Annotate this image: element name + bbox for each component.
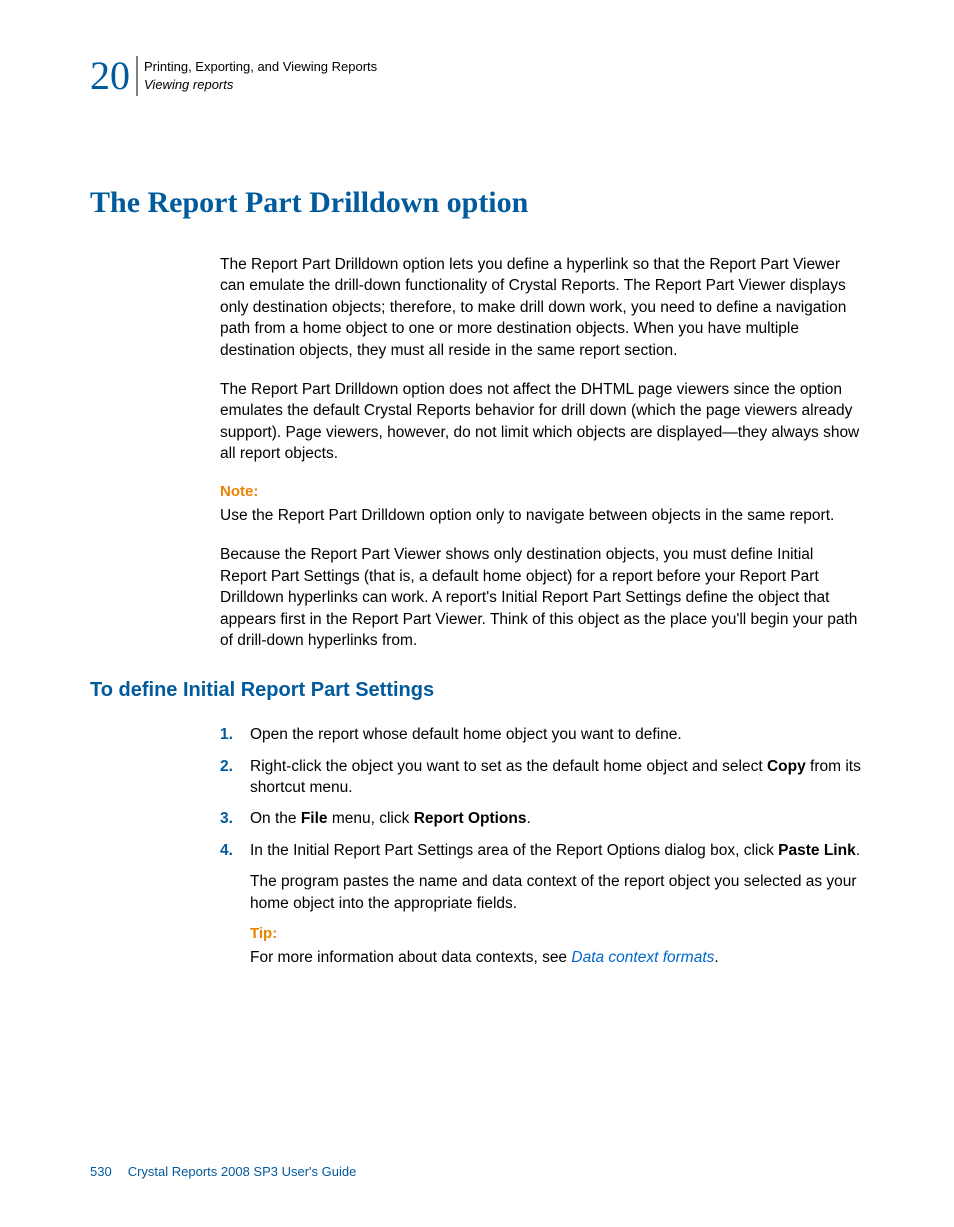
note-text: Use the Report Part Drilldown option onl…: [220, 505, 864, 526]
step-3-pre: On the: [250, 810, 301, 827]
data-context-formats-link[interactable]: Data context formats: [571, 949, 714, 966]
main-heading: The Report Part Drilldown option: [90, 186, 864, 220]
paragraph-2: The Report Part Drilldown option does no…: [220, 379, 864, 465]
tip-text: For more information about data contexts…: [250, 947, 864, 968]
step-4-pre: In the Initial Report Part Settings area…: [250, 842, 778, 859]
step-4-result: The program pastes the name and data con…: [250, 871, 864, 914]
step-4-bold: Paste Link: [778, 842, 856, 859]
chapter-number: 20: [90, 56, 130, 96]
step-3-post: .: [527, 810, 531, 827]
header-divider: [136, 56, 138, 96]
step-3-mid: menu, click: [328, 810, 414, 827]
step-4-post: .: [856, 842, 860, 859]
step-3: On the File menu, click Report Options.: [220, 808, 864, 829]
step-2-bold: Copy: [767, 758, 806, 775]
page-header: 20 Printing, Exporting, and Viewing Repo…: [90, 56, 864, 96]
steps-list: Open the report whose default home objec…: [220, 724, 864, 968]
doc-title: Crystal Reports 2008 SP3 User's Guide: [128, 1164, 357, 1179]
step-2: Right-click the object you want to set a…: [220, 756, 864, 799]
tip-label: Tip:: [250, 924, 864, 945]
step-3-bold-2: Report Options: [414, 810, 527, 827]
tip-post: .: [714, 949, 718, 966]
sub-heading: To define Initial Report Part Settings: [90, 679, 864, 702]
paragraph-1: The Report Part Drilldown option lets yo…: [220, 254, 864, 361]
page-footer: 530 Crystal Reports 2008 SP3 User's Guide: [90, 1164, 356, 1179]
tip-pre: For more information about data contexts…: [250, 949, 571, 966]
section-title: Viewing reports: [144, 76, 377, 94]
step-4: In the Initial Report Part Settings area…: [220, 840, 864, 968]
chapter-title: Printing, Exporting, and Viewing Reports: [144, 58, 377, 76]
step-3-bold-1: File: [301, 810, 328, 827]
paragraph-3: Because the Report Part Viewer shows onl…: [220, 544, 864, 651]
page-number: 530: [90, 1164, 112, 1179]
step-1-text: Open the report whose default home objec…: [250, 726, 682, 743]
step-1: Open the report whose default home objec…: [220, 724, 864, 745]
note-label: Note:: [220, 482, 864, 503]
step-2-pre: Right-click the object you want to set a…: [250, 758, 767, 775]
